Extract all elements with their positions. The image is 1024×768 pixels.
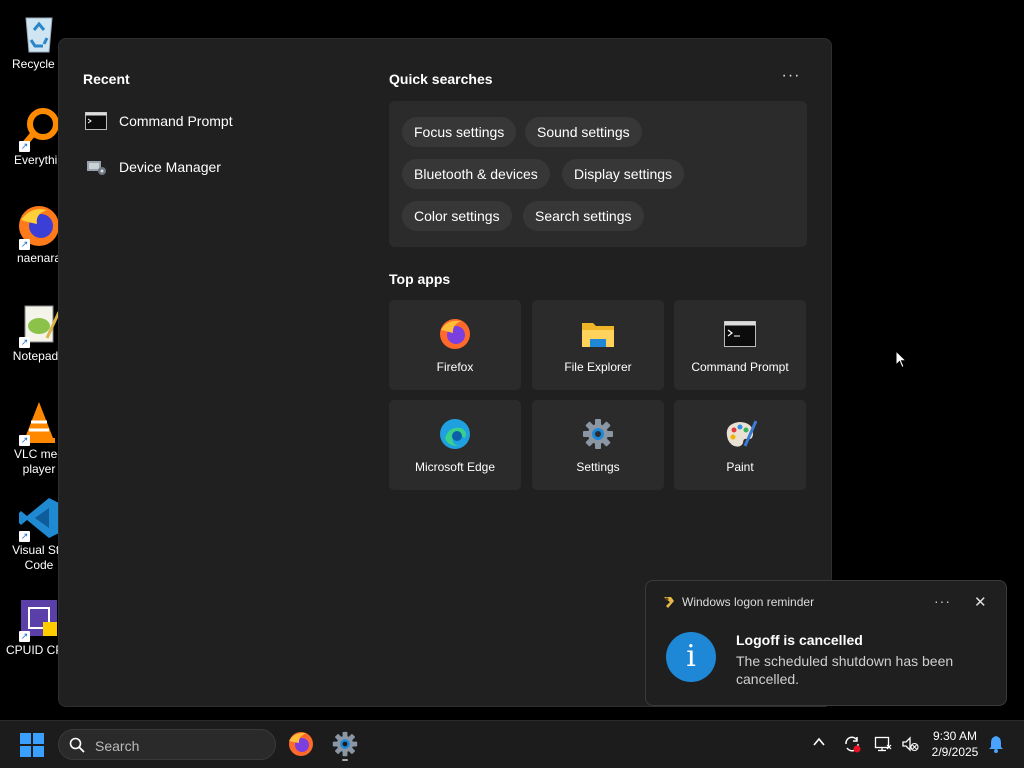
shortcut-arrow-icon: ↗ bbox=[19, 531, 30, 542]
windows-logo-icon bbox=[20, 733, 44, 757]
everything-search-icon: ↗ bbox=[17, 106, 61, 152]
shortcut-arrow-icon: ↗ bbox=[19, 337, 30, 348]
command-prompt-icon bbox=[723, 318, 757, 350]
taskbar-search-box[interactable] bbox=[58, 729, 276, 760]
recent-item-command-prompt[interactable]: Command Prompt bbox=[85, 105, 345, 137]
bell-icon bbox=[989, 736, 1003, 753]
top-app-settings[interactable]: Settings bbox=[532, 400, 664, 490]
command-prompt-icon bbox=[85, 112, 107, 130]
recent-item-label: Device Manager bbox=[119, 159, 221, 175]
top-app-command-prompt[interactable]: Command Prompt bbox=[674, 300, 806, 390]
quick-search-chip[interactable]: Color settings bbox=[402, 201, 512, 231]
search-icon bbox=[69, 737, 85, 758]
quick-searches-title: Quick searches bbox=[389, 71, 493, 87]
notification-more-button[interactable]: ··· bbox=[934, 593, 951, 609]
vlc-icon: ↗ bbox=[17, 400, 61, 446]
paint-palette-icon bbox=[723, 418, 757, 450]
notification-body: The scheduled shutdown has been cancelle… bbox=[736, 653, 954, 687]
taskbar: 9:30 AM 2/9/2025 bbox=[0, 720, 1024, 768]
tray-network-icon[interactable] bbox=[874, 735, 892, 758]
tray-overflow-chevron[interactable] bbox=[812, 735, 828, 751]
quick-search-chip[interactable]: Sound settings bbox=[525, 117, 642, 147]
top-app-label: Microsoft Edge bbox=[414, 460, 496, 474]
recent-item-label: Command Prompt bbox=[119, 113, 233, 129]
taskbar-app-settings[interactable] bbox=[332, 731, 358, 761]
notification-title: Logoff is cancelled bbox=[736, 632, 863, 648]
firefox-icon bbox=[289, 732, 313, 756]
cpuid-icon: ↗ bbox=[17, 596, 61, 642]
gear-icon bbox=[332, 731, 358, 757]
notification-bell-button[interactable] bbox=[988, 735, 1004, 758]
shortcut-arrow-icon: ↗ bbox=[19, 141, 30, 152]
start-button[interactable] bbox=[20, 733, 44, 757]
notification-toast[interactable]: Windows logon reminder ··· ✕ i Logoff is… bbox=[645, 580, 1007, 706]
mouse-cursor-icon bbox=[895, 349, 908, 374]
taskbar-app-firefox[interactable] bbox=[288, 731, 314, 757]
shortcut-arrow-icon: ↗ bbox=[19, 631, 30, 642]
more-options-button[interactable]: ··· bbox=[777, 68, 805, 89]
notification-app-name: Windows logon reminder bbox=[682, 595, 815, 609]
tray-volume-muted-icon[interactable] bbox=[901, 735, 919, 758]
firefox-icon bbox=[438, 318, 472, 350]
logon-reminder-app-icon bbox=[662, 595, 676, 614]
running-indicator bbox=[342, 759, 348, 761]
recycle-bin-icon bbox=[17, 10, 61, 54]
top-app-file-explorer[interactable]: File Explorer bbox=[532, 300, 664, 390]
firefox-icon: ↗ bbox=[17, 204, 61, 250]
clock-date: 2/9/2025 bbox=[931, 745, 979, 759]
top-app-label: Settings bbox=[576, 460, 620, 474]
device-manager-icon bbox=[85, 158, 107, 176]
quick-search-chip[interactable]: Display settings bbox=[562, 159, 685, 189]
top-app-label: Paint bbox=[726, 460, 754, 474]
info-icon: i bbox=[666, 632, 716, 682]
top-apps-title: Top apps bbox=[389, 271, 451, 287]
quick-search-chip[interactable]: Search settings bbox=[523, 201, 644, 231]
tray-sync-icon[interactable] bbox=[843, 735, 861, 758]
tray-clock[interactable]: 9:30 AM 2/9/2025 bbox=[928, 728, 982, 760]
chevron-up-icon bbox=[813, 737, 825, 746]
recent-item-device-manager[interactable]: Device Manager bbox=[85, 151, 345, 183]
top-app-firefox[interactable]: Firefox bbox=[389, 300, 521, 390]
vscode-icon: ↗ bbox=[17, 496, 61, 542]
folder-icon bbox=[581, 318, 615, 350]
quick-search-chip[interactable]: Bluetooth & devices bbox=[402, 159, 550, 189]
gear-icon bbox=[581, 418, 615, 450]
search-input[interactable] bbox=[93, 735, 267, 757]
clock-time: 9:30 AM bbox=[932, 729, 978, 743]
shortcut-arrow-icon: ↗ bbox=[19, 239, 30, 250]
top-app-label: Firefox bbox=[436, 360, 474, 374]
top-app-label: Command Prompt bbox=[691, 360, 789, 374]
edge-icon bbox=[438, 418, 472, 450]
quick-searches-box: Focus settings Sound settings Bluetooth … bbox=[389, 101, 807, 247]
notification-close-button[interactable]: ✕ bbox=[974, 593, 987, 611]
top-app-paint[interactable]: Paint bbox=[674, 400, 806, 490]
top-app-label: File Explorer bbox=[564, 360, 632, 374]
quick-search-chip[interactable]: Focus settings bbox=[402, 117, 517, 147]
notepad-plus-plus-icon: ↗ bbox=[17, 302, 61, 348]
recent-title: Recent bbox=[83, 71, 130, 87]
top-app-microsoft-edge[interactable]: Microsoft Edge bbox=[389, 400, 521, 490]
shortcut-arrow-icon: ↗ bbox=[19, 435, 30, 446]
